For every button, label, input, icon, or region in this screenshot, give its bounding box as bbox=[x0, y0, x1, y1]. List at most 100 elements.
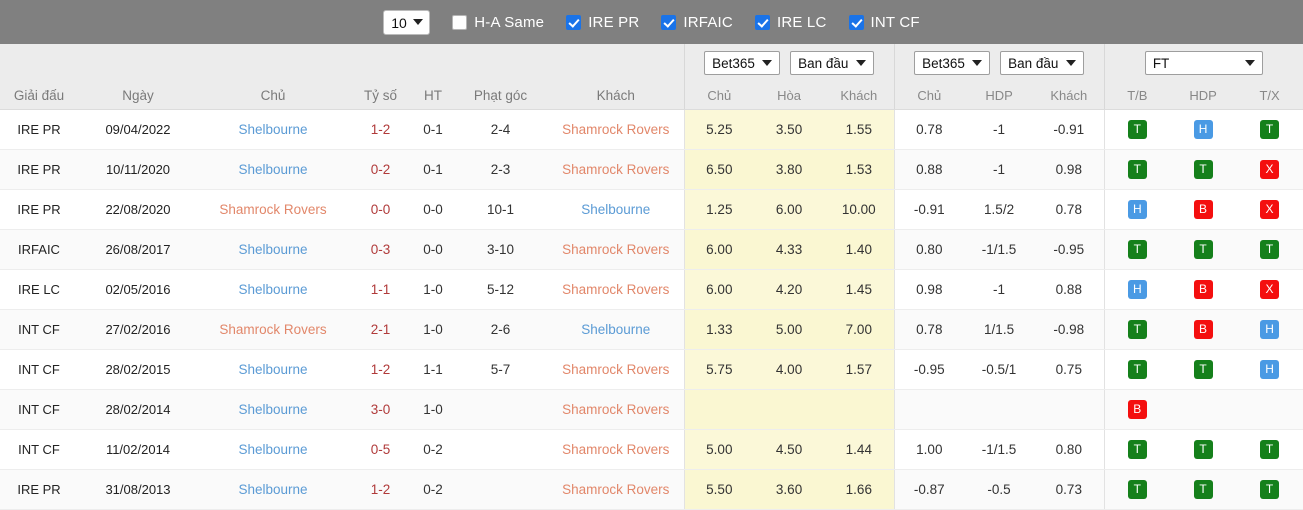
cell-away-team[interactable]: Shamrock Rovers bbox=[548, 469, 685, 510]
cell-date: 31/08/2013 bbox=[78, 469, 198, 510]
col-header-league[interactable]: Giải đấu bbox=[0, 82, 78, 110]
cell-corners: 2-4 bbox=[453, 109, 548, 150]
cell-date: 10/11/2020 bbox=[78, 149, 198, 190]
result-badge-t: T bbox=[1193, 479, 1213, 499]
table-row[interactable]: INT CF 28/02/2014 Shelbourne 3-0 1-0 Shamrock… bbox=[0, 389, 1303, 430]
cell-away-team-label: Shamrock Rovers bbox=[562, 441, 670, 457]
col-header-odds1-away[interactable]: Khách bbox=[824, 82, 895, 110]
cell-away-team[interactable]: Shamrock Rovers bbox=[548, 389, 685, 430]
cell-home-team[interactable]: Shelbourne bbox=[198, 389, 348, 430]
col-header-odds1-home[interactable]: Chủ bbox=[683, 82, 755, 110]
cell-odds1-home: 5.25 bbox=[683, 109, 755, 150]
checkbox-ire-pr[interactable] bbox=[566, 14, 582, 30]
col-header-odds2-away[interactable]: Khách bbox=[1034, 82, 1105, 110]
cell-odds1-home bbox=[683, 389, 755, 430]
cell-odds1-draw: 4.33 bbox=[754, 229, 825, 270]
cell-result-hdp: B bbox=[1170, 189, 1237, 230]
checkbox-h-a-same[interactable] bbox=[452, 14, 468, 30]
header-column-row: Giải đấu Ngày Chủ Tỷ số HT Phạt góc Khác… bbox=[0, 82, 1303, 110]
cell-away-team-label: Shamrock Rovers bbox=[562, 401, 670, 417]
col-header-odds1-draw[interactable]: Hòa bbox=[754, 82, 825, 110]
cell-home-team[interactable]: Shelbourne bbox=[198, 349, 348, 390]
filter-h-a-same[interactable]: H-A Same bbox=[452, 14, 544, 31]
table-row[interactable]: IRE PR 09/04/2022 Shelbourne 1-2 0-1 2-4 Shamr… bbox=[0, 109, 1303, 150]
cell-home-team[interactable]: Shelbourne bbox=[198, 109, 348, 150]
filter-int-cf[interactable]: INT CF bbox=[848, 13, 920, 31]
cell-result-tb: T bbox=[1103, 149, 1171, 190]
cell-home-team[interactable]: Shelbourne bbox=[198, 429, 348, 470]
col-header-corners[interactable]: Phạt góc bbox=[453, 82, 548, 110]
filter-label-int-cf: INT CF bbox=[870, 13, 920, 31]
checkbox-int-cf[interactable] bbox=[848, 14, 864, 30]
cell-home-team[interactable]: Shelbourne bbox=[198, 269, 348, 310]
table-row[interactable]: INT CF 11/02/2014 Shelbourne 0-5 0-2 Shamrock… bbox=[0, 429, 1303, 470]
cell-date: 11/02/2014 bbox=[78, 429, 198, 470]
result-badge-h: H bbox=[1260, 319, 1280, 339]
cell-halftime: 0-2 bbox=[413, 429, 453, 470]
filter-ire-lc[interactable]: IRE LC bbox=[754, 14, 827, 31]
result-period-select[interactable]: FT bbox=[1144, 51, 1263, 75]
page-size-select[interactable]: 10203050 bbox=[383, 9, 431, 35]
col-header-home[interactable]: Chủ bbox=[198, 82, 348, 110]
odds1-bookmaker-select[interactable]: Bet365 bbox=[704, 51, 781, 75]
col-header-ht[interactable]: HT bbox=[413, 82, 453, 110]
col-header-date[interactable]: Ngày bbox=[78, 82, 198, 110]
filter-ire-pr[interactable]: IRE PR bbox=[566, 14, 639, 31]
table-row[interactable]: IRE PR 10/11/2020 Shelbourne 0-2 0-1 2-3 Shamr… bbox=[0, 149, 1303, 190]
cell-away-team-label: Shamrock Rovers bbox=[562, 121, 670, 137]
cell-odds2-home: -0.95 bbox=[893, 349, 965, 390]
col-header-result-hdp[interactable]: HDP bbox=[1170, 82, 1237, 110]
cell-home-team[interactable]: Shelbourne bbox=[198, 149, 348, 190]
cell-result-tb: T bbox=[1103, 309, 1171, 350]
cell-home-team-label: Shelbourne bbox=[238, 401, 308, 417]
odds2-phase-select[interactable]: Ban đầu bbox=[1000, 51, 1085, 75]
cell-away-team[interactable]: Shamrock Rovers bbox=[548, 149, 685, 190]
odds2-bookmaker-select[interactable]: Bet365 bbox=[914, 51, 991, 75]
cell-result-tb: B bbox=[1103, 389, 1171, 430]
cell-home-team[interactable]: Shelbourne bbox=[198, 229, 348, 270]
cell-away-team[interactable]: Shelbourne bbox=[548, 309, 685, 350]
cell-away-team[interactable]: Shamrock Rovers bbox=[548, 429, 685, 470]
cell-odds1-home: 5.75 bbox=[683, 349, 755, 390]
cell-away-team[interactable]: Shamrock Rovers bbox=[548, 109, 685, 150]
checkbox-irfaic[interactable] bbox=[661, 14, 677, 30]
odds1-phase-select[interactable]: Ban đầu bbox=[790, 51, 875, 75]
cell-away-team-label: Shamrock Rovers bbox=[562, 161, 670, 177]
cell-away-team[interactable]: Shamrock Rovers bbox=[548, 229, 685, 270]
cell-odds1-draw: 4.00 bbox=[754, 349, 825, 390]
cell-result-tx bbox=[1236, 389, 1303, 430]
checkbox-ire-lc[interactable] bbox=[754, 14, 770, 30]
cell-result-tb: T bbox=[1103, 229, 1171, 270]
cell-corners: 5-12 bbox=[453, 269, 548, 310]
cell-score: 0-3 bbox=[348, 229, 413, 270]
cell-home-team[interactable]: Shamrock Rovers bbox=[198, 309, 348, 350]
table-row[interactable]: IRE LC 02/05/2016 Shelbourne 1-1 1-0 5-12 Sham… bbox=[0, 269, 1303, 310]
table-row[interactable]: IRFAIC 26/08/2017 Shelbourne 0-3 0-0 3-10 Sham… bbox=[0, 229, 1303, 270]
cell-date: 28/02/2014 bbox=[78, 389, 198, 430]
cell-home-team[interactable]: Shelbourne bbox=[198, 469, 348, 510]
table-row[interactable]: INT CF 28/02/2015 Shelbourne 1-2 1-1 5-7 Shamr… bbox=[0, 349, 1303, 390]
col-header-odds2-hdp[interactable]: HDP bbox=[964, 82, 1035, 110]
cell-league: IRFAIC bbox=[0, 229, 78, 270]
cell-odds1-home: 5.50 bbox=[683, 469, 755, 510]
result-badge-x: X bbox=[1260, 159, 1280, 179]
cell-home-team[interactable]: Shamrock Rovers bbox=[198, 189, 348, 230]
table-row[interactable]: INT CF 27/02/2016 Shamrock Rovers 2-1 1-0 2-6… bbox=[0, 309, 1303, 350]
col-header-result-tb[interactable]: T/B bbox=[1103, 82, 1171, 110]
cell-score: 2-1 bbox=[348, 309, 413, 350]
col-header-score[interactable]: Tỷ số bbox=[348, 82, 413, 110]
result-badge-t: T bbox=[1127, 159, 1147, 179]
table-row[interactable]: IRE PR 22/08/2020 Shamrock Rovers 0-0 0-0 10-… bbox=[0, 189, 1303, 230]
table-row[interactable]: IRE PR 31/08/2013 Shelbourne 1-2 0-2 Shamrock… bbox=[0, 469, 1303, 510]
cell-odds1-away: 1.40 bbox=[824, 229, 895, 270]
match-history-table: Bet365 Ban đầu Bet365 Ban đầu FT Giải đấ… bbox=[0, 44, 1303, 510]
col-header-result-tx[interactable]: T/X bbox=[1236, 82, 1303, 110]
col-header-odds2-home[interactable]: Chủ bbox=[893, 82, 965, 110]
col-header-away[interactable]: Khách bbox=[548, 82, 685, 110]
cell-away-team[interactable]: Shamrock Rovers bbox=[548, 349, 685, 390]
filter-irfaic[interactable]: IRFAIC bbox=[661, 14, 733, 31]
cell-away-team[interactable]: Shelbourne bbox=[548, 189, 685, 230]
odds-group-1-selectors: Bet365 Ban đầu bbox=[683, 44, 895, 82]
cell-odds2-home: 0.88 bbox=[893, 149, 965, 190]
cell-away-team[interactable]: Shamrock Rovers bbox=[548, 269, 685, 310]
